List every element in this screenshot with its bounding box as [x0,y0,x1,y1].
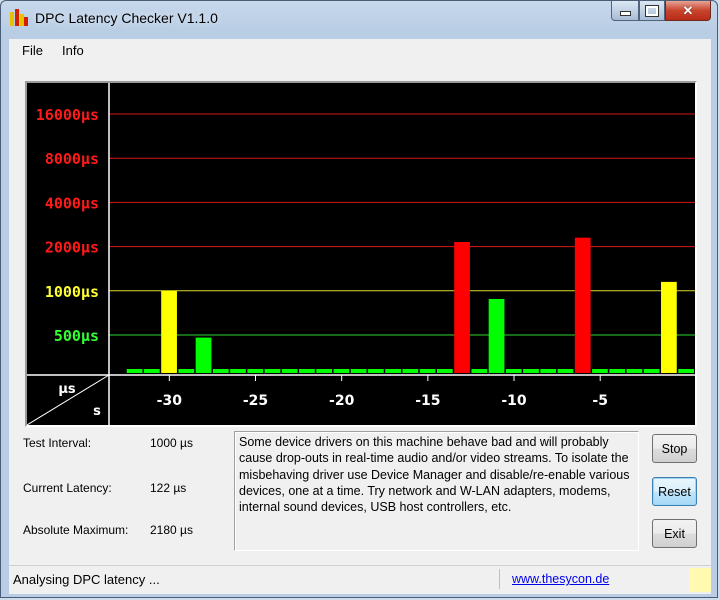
latency-bar [557,369,574,373]
window-controls: ✕ [611,1,711,23]
latency-bar [368,369,384,373]
corner-label-top: µs [58,382,76,397]
latency-bar [247,369,264,373]
latency-bar [316,369,333,373]
latency-bar [488,298,505,373]
menu-info[interactable]: Info [62,43,84,58]
latency-bar [678,369,694,373]
absolute-maximum-label: Absolute Maximum: [23,523,129,537]
latency-bar [281,369,298,373]
latency-bar [126,369,143,373]
latency-bar [195,337,212,373]
x-tick-label-1: -25 [243,393,268,409]
latency-bar [161,290,177,373]
latency-bar [523,369,539,373]
x-tick-label-5: -5 [592,393,608,409]
y-axis-label-2: 4000µs [45,194,99,212]
message-text: Some device drivers on this machine beha… [239,435,630,515]
latency-bar [350,369,367,373]
test-interval-label: Test Interval: [23,436,92,450]
y-axis-label-4: 1000µs [45,283,99,301]
reset-button[interactable]: Reset [652,477,697,506]
chart-background [27,83,695,425]
window-title: DPC Latency Checker V1.1.0 [35,10,218,26]
status-separator [499,569,500,589]
latency-bar [178,369,195,373]
latency-bar [609,369,626,373]
x-tick-label-4: -10 [501,393,527,409]
latency-bar [402,369,419,373]
status-bar: Analysing DPC latency ... www.thesycon.d… [9,565,711,594]
latency-bar [264,369,281,373]
resize-grip[interactable] [689,568,711,592]
menu-file[interactable]: File [22,43,43,58]
status-text: Analysing DPC latency ... [13,572,160,587]
latency-chart: 16000µs 8000µs 4000µs 2000µs 1000µs 500µs µs s -… [27,83,695,425]
minimize-icon [619,11,631,16]
y-axis-label-3: 2000µs [45,239,99,257]
latency-bar [299,369,315,373]
maximize-icon [645,4,659,17]
x-tick-label-2: -20 [329,393,355,409]
app-window: DPC Latency Checker V1.1.0 ✕ File Info 1… [0,0,718,598]
x-tick-label-0: -30 [157,393,183,409]
latency-bar [471,369,488,373]
client-area: 16000µs 8000µs 4000µs 2000µs 1000µs 500µs µs s -… [9,63,711,594]
latency-bar [661,281,677,373]
latency-bar [436,369,453,373]
latency-bar [574,237,591,373]
minimize-button[interactable] [611,1,639,21]
y-axis-label-1: 8000µs [45,150,99,168]
current-latency-value: 122 µs [150,481,187,495]
latency-bar [643,369,660,373]
website-link[interactable]: www.thesycon.de [512,572,609,586]
latency-bar [540,369,557,373]
stop-button[interactable]: Stop [652,434,697,463]
latency-bar [592,369,608,373]
close-icon: ✕ [682,2,694,18]
latency-bar [385,369,401,373]
y-axis-label-5: 500µs [54,327,99,345]
current-latency-label: Current Latency: [23,481,112,495]
y-axis-label-0: 16000µs [36,106,99,124]
latency-bar [454,241,470,373]
latency-bar [626,369,643,373]
close-button[interactable]: ✕ [665,1,711,21]
latency-bar [419,369,436,373]
latency-bar [230,369,246,373]
corner-label-bottom: s [93,404,101,419]
maximize-button[interactable] [639,1,665,21]
absolute-maximum-value: 2180 µs [150,523,193,537]
latency-chart-frame: 16000µs 8000µs 4000µs 2000µs 1000µs 500µs µs s -… [25,81,697,427]
title-bar[interactable]: DPC Latency Checker V1.1.0 ✕ [1,1,717,35]
latency-bar [143,369,160,373]
app-icon [10,9,28,26]
latency-bar [505,369,522,373]
latency-bar [333,369,350,373]
test-interval-value: 1000 µs [150,436,193,450]
menu-bar: File Info [9,39,711,64]
x-tick-label-3: -15 [415,393,440,409]
latency-bar [212,369,229,373]
message-box: Some device drivers on this machine beha… [234,431,639,551]
exit-button[interactable]: Exit [652,519,697,548]
